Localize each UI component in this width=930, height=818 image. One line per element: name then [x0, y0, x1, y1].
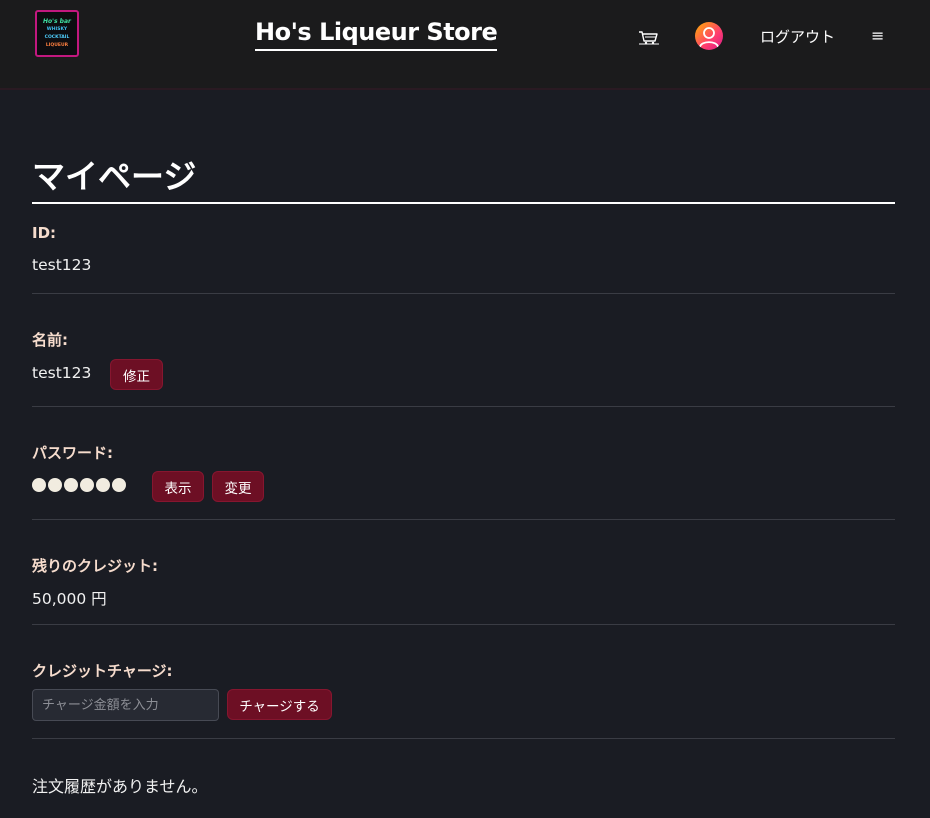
edit-name-button[interactable]: 修正 — [110, 359, 163, 390]
logo-line-2: WHISKY — [46, 27, 68, 32]
page-title: マイページ — [32, 157, 197, 196]
password-dot — [96, 478, 110, 492]
user-avatar-icon[interactable] — [695, 22, 723, 50]
section-divider — [32, 624, 895, 625]
password-dot — [32, 478, 46, 492]
id-label: ID: — [32, 224, 57, 242]
logo-line-4: LIQUEUR — [45, 43, 69, 48]
section-divider — [32, 738, 895, 739]
logo-line-3: COCKTAIL — [44, 35, 70, 40]
logo-line-1: Ho's bar — [43, 18, 71, 25]
section-divider — [32, 406, 895, 407]
password-label: パスワード: — [32, 444, 113, 462]
credit-label: 残りのクレジット: — [32, 557, 158, 575]
show-password-button[interactable]: 表示 — [152, 471, 204, 502]
section-divider — [32, 519, 895, 520]
section-divider — [32, 293, 895, 294]
hamburger-menu-icon[interactable]: ≡ — [871, 26, 884, 45]
password-dot — [80, 478, 94, 492]
cart-icon[interactable] — [638, 27, 660, 47]
logout-button[interactable]: ログアウト — [760, 26, 835, 47]
top-header: Ho's bar WHISKY COCKTAIL LIQUEUR Ho's Li… — [0, 0, 930, 90]
password-dot — [112, 478, 126, 492]
title-divider — [32, 202, 895, 204]
store-title-link[interactable]: Ho's Liqueur Store — [255, 18, 498, 51]
password-dot — [64, 478, 78, 492]
charge-label: クレジットチャージ: — [32, 662, 173, 680]
name-label: 名前: — [32, 331, 68, 349]
store-logo[interactable]: Ho's bar WHISKY COCKTAIL LIQUEUR — [35, 10, 79, 57]
change-password-button[interactable]: 変更 — [212, 471, 264, 502]
charge-amount-input[interactable] — [32, 689, 219, 721]
charge-button[interactable]: チャージする — [227, 689, 332, 720]
id-value: test123 — [32, 256, 92, 274]
password-mask — [32, 478, 126, 492]
name-value: test123 — [32, 364, 92, 382]
password-dot — [48, 478, 62, 492]
credit-value: 50,000 円 — [32, 590, 107, 608]
order-history-empty-message: 注文履歴がありません。 — [32, 777, 208, 796]
